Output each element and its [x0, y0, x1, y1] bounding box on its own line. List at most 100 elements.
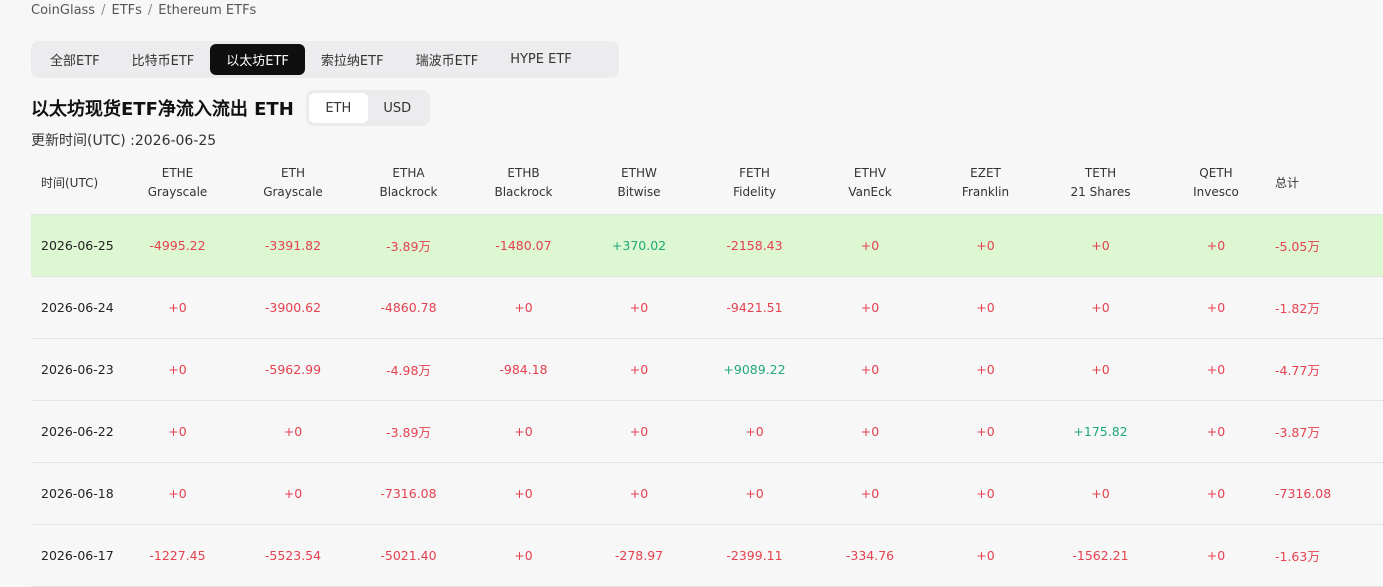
flow-cell: +0 [1043, 276, 1158, 339]
column-ticker: EZET [970, 166, 1001, 180]
flow-cell: +0 [581, 338, 697, 401]
column-issuer: Grayscale [263, 185, 323, 199]
total-column-header: 总计 [1274, 152, 1383, 215]
flow-cell: +0 [235, 400, 351, 463]
flow-cell: -5021.40 [351, 524, 466, 587]
flow-cell: +0 [466, 462, 581, 525]
flow-cell: -3391.82 [235, 214, 351, 277]
column-ticker: ETHB [507, 166, 540, 180]
tab-hype-etf[interactable]: HYPE ETF [494, 44, 588, 75]
flow-cell: +370.02 [581, 214, 697, 277]
flow-cell: +175.82 [1043, 400, 1158, 463]
breadcrumb-ethereum-etfs[interactable]: Ethereum ETFs [158, 3, 256, 18]
breadcrumb-etfs[interactable]: ETFs [111, 3, 141, 18]
column-header-etha: ETHA Blackrock [351, 152, 466, 215]
flow-cell: +0 [235, 462, 351, 525]
flow-cell: +0 [928, 338, 1043, 401]
flow-cell: +0 [812, 400, 928, 463]
column-ticker: QETH [1199, 166, 1233, 180]
column-issuer: Blackrock [379, 185, 438, 199]
row-total: -1.82万 [1274, 276, 1383, 339]
flow-cell: -334.76 [812, 524, 928, 587]
flow-cell: +0 [1158, 276, 1274, 339]
column-header-eth: ETH Grayscale [235, 152, 351, 215]
flow-cell: +0 [697, 462, 812, 525]
breadcrumb-coinglass[interactable]: CoinGlass [31, 3, 95, 18]
tab-xrp-etf[interactable]: 瑞波币ETF [400, 44, 495, 75]
flow-cell: +0 [928, 276, 1043, 339]
unit-eth-button[interactable]: ETH [308, 93, 368, 123]
title-row: 以太坊现货ETF净流入流出 ETH ETH USD [31, 90, 430, 126]
flow-cell: -7316.08 [351, 462, 466, 525]
column-issuer: Bitwise [617, 185, 661, 199]
row-total: -3.87万 [1274, 400, 1383, 463]
column-header-ethe: ETHE Grayscale [120, 152, 235, 215]
column-header-ethw: ETHW Bitwise [581, 152, 697, 215]
flow-cell: +0 [120, 276, 235, 339]
page-title: 以太坊现货ETF净流入流出 ETH [31, 99, 294, 120]
flow-cell: +0 [1158, 462, 1274, 525]
tab-ethereum-etf[interactable]: 以太坊ETF [210, 44, 305, 75]
flow-cell: +0 [466, 276, 581, 339]
table-body: 2026-06-25 -4995.22 -3391.82 -3.89万 -1480.07… [31, 214, 1383, 587]
flow-cell: +0 [120, 400, 235, 463]
flow-cell: -2399.11 [697, 524, 812, 587]
row-date: 2026-06-17 [31, 524, 120, 587]
tab-solana-etf[interactable]: 索拉纳ETF [305, 44, 400, 75]
table-row[interactable]: 2026-06-17 -1227.45 -5523.54 -5021.40 +0 -278… [31, 524, 1383, 587]
column-ticker: ETHE [161, 166, 194, 180]
updated-time: 更新时间(UTC) :2026-06-25 [31, 133, 217, 149]
column-ticker: ETH [281, 166, 305, 180]
flow-cell: +0 [812, 462, 928, 525]
flow-cell: +0 [812, 214, 928, 277]
table-row[interactable]: 2026-06-22 +0 +0 -3.89万 +0 +0 +0 +0 +0 +175.82 +0-… [31, 400, 1383, 463]
etf-flow-table: 时间(UTC) ETHE Grayscale ETH Grayscale ETHA Bla… [31, 152, 1383, 587]
tab-all-etf[interactable]: 全部ETF [34, 44, 116, 75]
flow-cell: -4.98万 [351, 338, 466, 401]
flow-cell: +0 [581, 462, 697, 525]
flow-cell: -5962.99 [235, 338, 351, 401]
table-row[interactable]: 2026-06-24 +0 -3900.62 -4860.78 +0 +0 -9421.51… [31, 276, 1383, 339]
flow-cell: -4995.22 [120, 214, 235, 277]
flow-cell: +0 [581, 400, 697, 463]
row-date: 2026-06-18 [31, 462, 120, 525]
column-ticker: ETHV [853, 166, 887, 180]
tab-bitcoin-etf[interactable]: 比特币ETF [116, 44, 211, 75]
flow-cell: +0 [812, 338, 928, 401]
flow-cell: -4860.78 [351, 276, 466, 339]
column-issuer: Invesco [1193, 185, 1239, 199]
table-row[interactable]: 2026-06-18 +0 +0 -7316.08 +0 +0 +0 +0 +0 +0 +0 -731… [31, 462, 1383, 525]
breadcrumb: CoinGlass / ETFs / Ethereum ETFs [31, 3, 256, 18]
flow-cell: +0 [1043, 462, 1158, 525]
table-header-row: 时间(UTC) ETHE Grayscale ETH Grayscale ETHA Bla… [31, 152, 1383, 215]
row-date: 2026-06-23 [31, 338, 120, 401]
date-column-header: 时间(UTC) [31, 152, 120, 215]
flow-cell: +0 [928, 214, 1043, 277]
flow-cell: -278.97 [581, 524, 697, 587]
flow-cell: +0 [1043, 338, 1158, 401]
flow-cell: +0 [928, 462, 1043, 525]
unit-usd-button[interactable]: USD [368, 93, 427, 123]
row-total: -4.77万 [1274, 338, 1383, 401]
flow-cell: +0 [466, 400, 581, 463]
column-header-ezet: EZET Franklin [928, 152, 1043, 215]
flow-cell: +0 [120, 338, 235, 401]
flow-cell: -2158.43 [697, 214, 812, 277]
column-header-teth: TETH 21 Shares [1043, 152, 1158, 215]
column-header-ethb: ETHB Blackrock [466, 152, 581, 215]
flow-cell: +0 [1043, 214, 1158, 277]
column-issuer: VanEck [848, 185, 892, 199]
table-row[interactable]: 2026-06-25 -4995.22 -3391.82 -3.89万 -1480.07… [31, 214, 1383, 277]
column-issuer: 21 Shares [1070, 185, 1131, 199]
column-issuer: Fidelity [733, 185, 776, 199]
flow-cell: +0 [1158, 214, 1274, 277]
column-ticker: ETHA [392, 166, 425, 180]
column-issuer: Blackrock [494, 185, 553, 199]
flow-cell: +0 [1158, 338, 1274, 401]
table-row[interactable]: 2026-06-23 +0 -5962.99 -4.98万 -984.18 +0 +9089… [31, 338, 1383, 401]
flow-cell: +0 [812, 276, 928, 339]
flow-cell: -5523.54 [235, 524, 351, 587]
flow-cell: +0 [928, 524, 1043, 587]
flow-cell: +0 [1158, 524, 1274, 587]
flow-cell: +0 [697, 400, 812, 463]
